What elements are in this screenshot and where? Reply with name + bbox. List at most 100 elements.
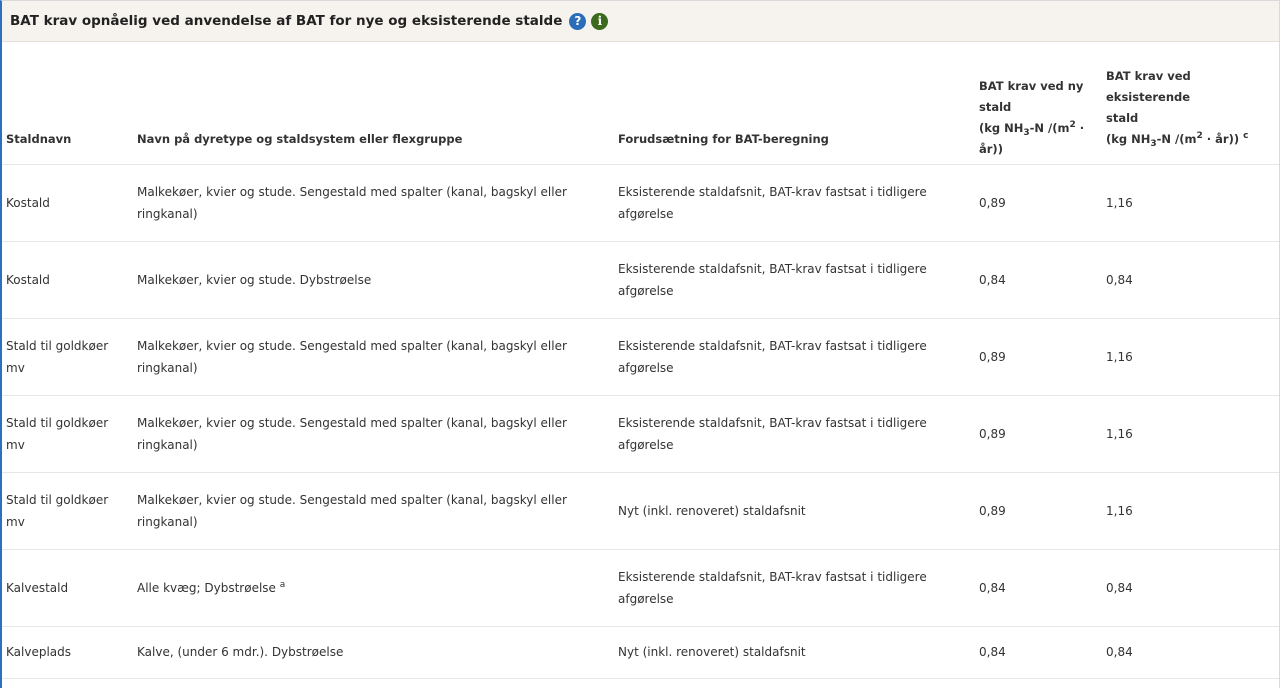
unit-text: (kg NH (1106, 131, 1151, 146)
cell-forudsaetning-text: Eksisterende staldafsnit, BAT-krav fasts… (618, 261, 927, 298)
footnote-marker: a (279, 579, 286, 590)
bat-panel: BAT krav opnåelig ved anvendelse af BAT … (0, 0, 1280, 688)
cell-eksisterende-stald: 1,16 (1102, 318, 1279, 395)
cell-forudsaetning-text: Nyt (inkl. renoveret) staldafsnit (618, 503, 806, 518)
header-navn: Navn på dyretype og staldsystem eller fl… (137, 131, 463, 146)
cell-forudsaetning-text: Eksisterende staldafsnit, BAT-krav fasts… (618, 569, 927, 606)
table-row: Stald til goldkøer mv Malkekøer, kvier og… (2, 395, 1279, 472)
cell-navn-text: Alle kvæg; Dybstrøelse (137, 580, 276, 595)
cell-eksisterende-stald-text: 0,84 (1106, 645, 1133, 659)
cell-navn-text: Malkekøer, kvier og stude. Sengestald me… (137, 184, 567, 221)
cell-eksisterende-stald-text: 1,16 (1106, 349, 1133, 364)
table-row: Kalvestald Alle kvæg; Dybstrøelse a Eksist… (2, 549, 1279, 626)
cell-staldnavn-text: Stald til goldkøer mv (6, 338, 109, 375)
cell-eksisterende-stald: 0,84 (1102, 241, 1279, 318)
cell-staldnavn: Stald til goldkøer mv (2, 395, 133, 472)
cell-eksisterende-stald: 0,84 (1102, 626, 1279, 678)
cell-navn: Kalve, (under 6 mdr.). Dybstrøelse (133, 626, 614, 678)
cell-staldnavn-text: Kostald (6, 195, 50, 210)
panel-title: BAT krav opnåelig ved anvendelse af BAT … (10, 13, 563, 29)
table-row: Kalveplads Kalve, (under 6 mdr.). Dybstrø… (2, 626, 1279, 678)
table-row: Stald til goldkøer mv Malkekøer, kvier og… (2, 318, 1279, 395)
cell-ny-stald-text: 0,89 (979, 426, 1006, 441)
unit-text: -N /(m (1029, 120, 1070, 135)
cell-forudsaetning-text: Nyt (inkl. renoveret) staldafsnit (618, 645, 806, 659)
cell-forudsaetning: Nyt (inkl. renoveret) staldafsnit (614, 472, 975, 549)
cell-staldnavn-text: Kalveplads (6, 645, 72, 659)
cell-staldnavn: Stald til goldkøer mv (2, 472, 133, 549)
cell-eksisterende-stald: 1,16 (1102, 164, 1279, 241)
cell-ny-stald-text: 0,84 (979, 580, 1006, 595)
cell-staldnavn-text: Kostald (6, 272, 50, 287)
header-ny-line1: BAT krav ved ny (979, 78, 1084, 93)
header-eks-unit: (kg NH3-N /(m2 · år)) c (1106, 129, 1276, 150)
cell-staldnavn: Stald til goldkøer mv (2, 318, 133, 395)
cell-navn-text: Malkekøer, kvier og stude. Sengestald me… (137, 492, 567, 529)
cell-eksisterende-stald-text: 0,84 (1106, 272, 1133, 287)
table-row: Kostald Malkekøer, kvier og stude. Senges… (2, 164, 1279, 241)
cell-eksisterende-stald-text: 1,16 (1106, 503, 1133, 518)
bat-table: Staldnavn Navn på dyretype og staldsyste… (2, 42, 1279, 679)
cell-eksisterende-stald-text: 1,16 (1106, 426, 1133, 441)
cell-ny-stald-text: 0,89 (979, 195, 1006, 210)
cell-eksisterende-stald: 1,16 (1102, 472, 1279, 549)
cell-eksisterende-stald: 1,16 (1102, 395, 1279, 472)
cell-ny-stald: 0,89 (975, 318, 1102, 395)
cell-ny-stald-text: 0,84 (979, 272, 1006, 287)
cell-navn: Malkekøer, kvier og stude. Sengestald me… (133, 318, 614, 395)
cell-staldnavn: Kostald (2, 241, 133, 318)
cell-eksisterende-stald-text: 1,16 (1106, 195, 1133, 210)
cell-navn: Malkekøer, kvier og stude. Sengestald me… (133, 472, 614, 549)
cell-ny-stald: 0,89 (975, 395, 1102, 472)
cell-navn-text: Kalve, (under 6 mdr.). Dybstrøelse (137, 645, 344, 659)
cell-forudsaetning: Eksisterende staldafsnit, BAT-krav fasts… (614, 318, 975, 395)
cell-ny-stald: 0,84 (975, 549, 1102, 626)
cell-ny-stald-text: 0,84 (979, 645, 1006, 659)
cell-forudsaetning: Nyt (inkl. renoveret) staldafsnit (614, 626, 975, 678)
cell-staldnavn: Kalvestald (2, 549, 133, 626)
table-header-row: Staldnavn Navn på dyretype og staldsyste… (2, 42, 1279, 164)
cell-ny-stald-text: 0,89 (979, 503, 1006, 518)
cell-eksisterende-stald: 0,84 (1102, 549, 1279, 626)
header-ny-unit: (kg NH3-N /(m2 · (979, 118, 1098, 139)
header-ny-line2: stald (979, 99, 1012, 114)
cell-navn: Malkekøer, kvier og stude. Sengestald me… (133, 395, 614, 472)
cell-staldnavn: Kostald (2, 164, 133, 241)
unit-text: · (1075, 120, 1085, 135)
panel-heading: BAT krav opnåelig ved anvendelse af BAT … (2, 1, 1279, 42)
cell-navn-text: Malkekøer, kvier og stude. Sengestald me… (137, 338, 567, 375)
cell-forudsaetning: Eksisterende staldafsnit, BAT-krav fasts… (614, 241, 975, 318)
cell-forudsaetning: Eksisterende staldafsnit, BAT-krav fasts… (614, 549, 975, 626)
cell-navn-text: Malkekøer, kvier og stude. Sengestald me… (137, 415, 567, 452)
unit-text: · år)) (1202, 131, 1240, 146)
header-ny-unit-end: år)) (979, 141, 1003, 156)
cell-navn: Alle kvæg; Dybstrøelse a (133, 549, 614, 626)
info-icon[interactable]: i (591, 12, 609, 30)
cell-forudsaetning-text: Eksisterende staldafsnit, BAT-krav fasts… (618, 184, 927, 221)
cell-ny-stald: 0,84 (975, 626, 1102, 678)
cell-ny-stald: 0,89 (975, 472, 1102, 549)
cell-ny-stald-text: 0,89 (979, 349, 1006, 364)
header-staldnavn: Staldnavn (6, 131, 72, 146)
cell-staldnavn-text: Stald til goldkøer mv (6, 415, 109, 452)
table-row: Stald til goldkøer mv Malkekøer, kvier og… (2, 472, 1279, 549)
cell-staldnavn-text: Stald til goldkøer mv (6, 492, 109, 529)
header-eks-line2: stald (1106, 110, 1139, 125)
table-row: Kostald Malkekøer, kvier og stude. Dybstr… (2, 241, 1279, 318)
cell-forudsaetning: Eksisterende staldafsnit, BAT-krav fasts… (614, 164, 975, 241)
header-ny-stald: BAT krav ved ny stald (kg NH3-N /(m2 · å… (975, 42, 1102, 164)
cell-ny-stald: 0,84 (975, 241, 1102, 318)
cell-forudsaetning-text: Eksisterende staldafsnit, BAT-krav fasts… (618, 415, 927, 452)
cell-navn: Malkekøer, kvier og stude. Dybstrøelse (133, 241, 614, 318)
header-eksisterende-stald: BAT krav ved eksisterende stald (kg NH3-… (1102, 42, 1279, 164)
help-icon[interactable]: ? (569, 12, 587, 30)
cell-navn-text: Malkekøer, kvier og stude. Dybstrøelse (137, 272, 372, 287)
cell-forudsaetning-text: Eksisterende staldafsnit, BAT-krav fasts… (618, 338, 927, 375)
cell-ny-stald: 0,89 (975, 164, 1102, 241)
unit-text: (kg NH (979, 120, 1024, 135)
cell-navn: Malkekøer, kvier og stude. Sengestald me… (133, 164, 614, 241)
header-forudsaetning: Forudsætning for BAT-beregning (618, 131, 829, 146)
cell-staldnavn: Kalveplads (2, 626, 133, 678)
footnote-marker: c (1243, 130, 1249, 141)
cell-eksisterende-stald-text: 0,84 (1106, 580, 1133, 595)
